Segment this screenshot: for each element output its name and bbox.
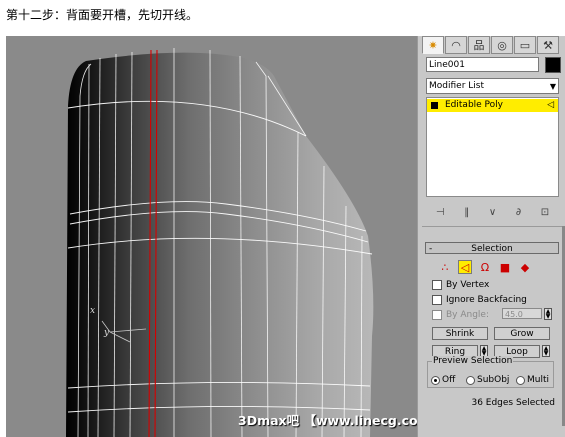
make-unique-icon[interactable]: ∨ bbox=[489, 207, 496, 218]
display-icon[interactable]: ▭ bbox=[514, 36, 536, 54]
remove-modifier-icon[interactable]: ∂ bbox=[516, 207, 521, 218]
checkbox-box bbox=[432, 310, 442, 320]
modifier-list-dropdown[interactable]: Modifier List ▼ bbox=[426, 78, 559, 94]
edge-icon[interactable]: ◁ bbox=[458, 260, 472, 274]
angle-value-field[interactable]: 45.0 bbox=[502, 308, 542, 319]
checkbox-box bbox=[432, 280, 442, 290]
sun-icon[interactable]: ✷ bbox=[422, 36, 444, 54]
modifier-stack: Editable Poly ◁ bbox=[426, 97, 559, 197]
radio-dot bbox=[431, 375, 440, 385]
polygon-icon[interactable]: ■ bbox=[498, 260, 512, 274]
stack-item-label: Editable Poly bbox=[445, 100, 503, 110]
shrink-button[interactable]: Shrink bbox=[432, 327, 488, 340]
preview-selection-group: Preview Selection Off SubObj Multi bbox=[427, 356, 554, 388]
stack-toolbar: ⊣ ‖ ∨ ∂ ⊡ bbox=[426, 204, 559, 220]
preview-subobj-radio[interactable]: SubObj bbox=[466, 375, 509, 385]
axis-label-y: y bbox=[104, 328, 110, 338]
object-color-swatch[interactable] bbox=[545, 57, 561, 73]
element-icon[interactable]: ◆ bbox=[518, 260, 532, 274]
preview-subobj-label: SubObj bbox=[477, 375, 510, 385]
bulb-icon[interactable] bbox=[431, 102, 438, 109]
radio-dot bbox=[516, 375, 525, 385]
show-end-result-icon[interactable]: ‖ bbox=[464, 207, 469, 218]
loop-spinner[interactable]: ▲ ▼ bbox=[542, 345, 550, 357]
utilities-hammer-icon[interactable]: ⚒ bbox=[537, 36, 559, 54]
angle-spinner[interactable]: ▲ ▼ bbox=[544, 308, 552, 320]
stack-item-editable-poly[interactable]: Editable Poly ◁ bbox=[427, 99, 558, 112]
edge-subobject-icon: ◁ bbox=[547, 100, 554, 110]
by-angle-checkbox[interactable]: By Angle: bbox=[432, 310, 489, 320]
vertex-icon[interactable]: ∴ bbox=[438, 260, 452, 274]
preview-selection-title: Preview Selection bbox=[432, 356, 514, 366]
radio-dot bbox=[466, 375, 475, 385]
modifier-list-label: Modifier List bbox=[429, 81, 484, 91]
subobject-icons: ∴ ◁ Ω ■ ◆ bbox=[438, 259, 548, 275]
preview-multi-label: Multi bbox=[527, 375, 549, 385]
step-caption: 第十二步：背面要开槽，先切开线。 bbox=[6, 8, 199, 22]
modify-arc-icon[interactable]: ◠ bbox=[445, 36, 467, 54]
motion-icon[interactable]: ◎ bbox=[491, 36, 513, 54]
command-tabs: ✷ ◠ 品 ◎ ▭ ⚒ bbox=[422, 36, 563, 56]
preview-off-radio[interactable]: Off bbox=[431, 375, 455, 385]
by-angle-label: By Angle: bbox=[446, 310, 490, 320]
viewport[interactable]: x y bbox=[6, 36, 417, 437]
object-name-field[interactable]: Line001 bbox=[426, 57, 539, 72]
dropdown-arrow-icon: ▼ bbox=[549, 82, 556, 91]
by-vertex-label: By Vertex bbox=[446, 280, 490, 290]
checkbox-box bbox=[432, 295, 442, 305]
border-icon[interactable]: Ω bbox=[478, 260, 492, 274]
pin-stack-icon[interactable]: ⊣ bbox=[436, 207, 445, 218]
selection-rollout-header[interactable]: - Selection bbox=[425, 242, 559, 254]
ignore-backfacing-checkbox[interactable]: Ignore Backfacing bbox=[432, 295, 527, 305]
by-vertex-checkbox[interactable]: By Vertex bbox=[432, 280, 489, 290]
mesh-render bbox=[66, 48, 374, 437]
command-panel: ✷ ◠ 品 ◎ ▭ ⚒ Line001 Modifier List ▼ Edit… bbox=[417, 36, 565, 437]
axis-label-x: x bbox=[90, 306, 96, 316]
preview-multi-radio[interactable]: Multi bbox=[516, 375, 549, 385]
ignore-backfacing-label: Ignore Backfacing bbox=[446, 295, 527, 305]
hierarchy-icon[interactable]: 品 bbox=[468, 36, 490, 54]
panel-divider bbox=[422, 226, 562, 227]
rollout-title: Selection bbox=[471, 244, 513, 254]
collapse-icon: - bbox=[429, 244, 433, 254]
configure-sets-icon[interactable]: ⊡ bbox=[541, 207, 549, 218]
preview-off-label: Off bbox=[442, 375, 456, 385]
grow-button[interactable]: Grow bbox=[494, 327, 550, 340]
selection-status: 36 Edges Selected bbox=[471, 398, 555, 408]
